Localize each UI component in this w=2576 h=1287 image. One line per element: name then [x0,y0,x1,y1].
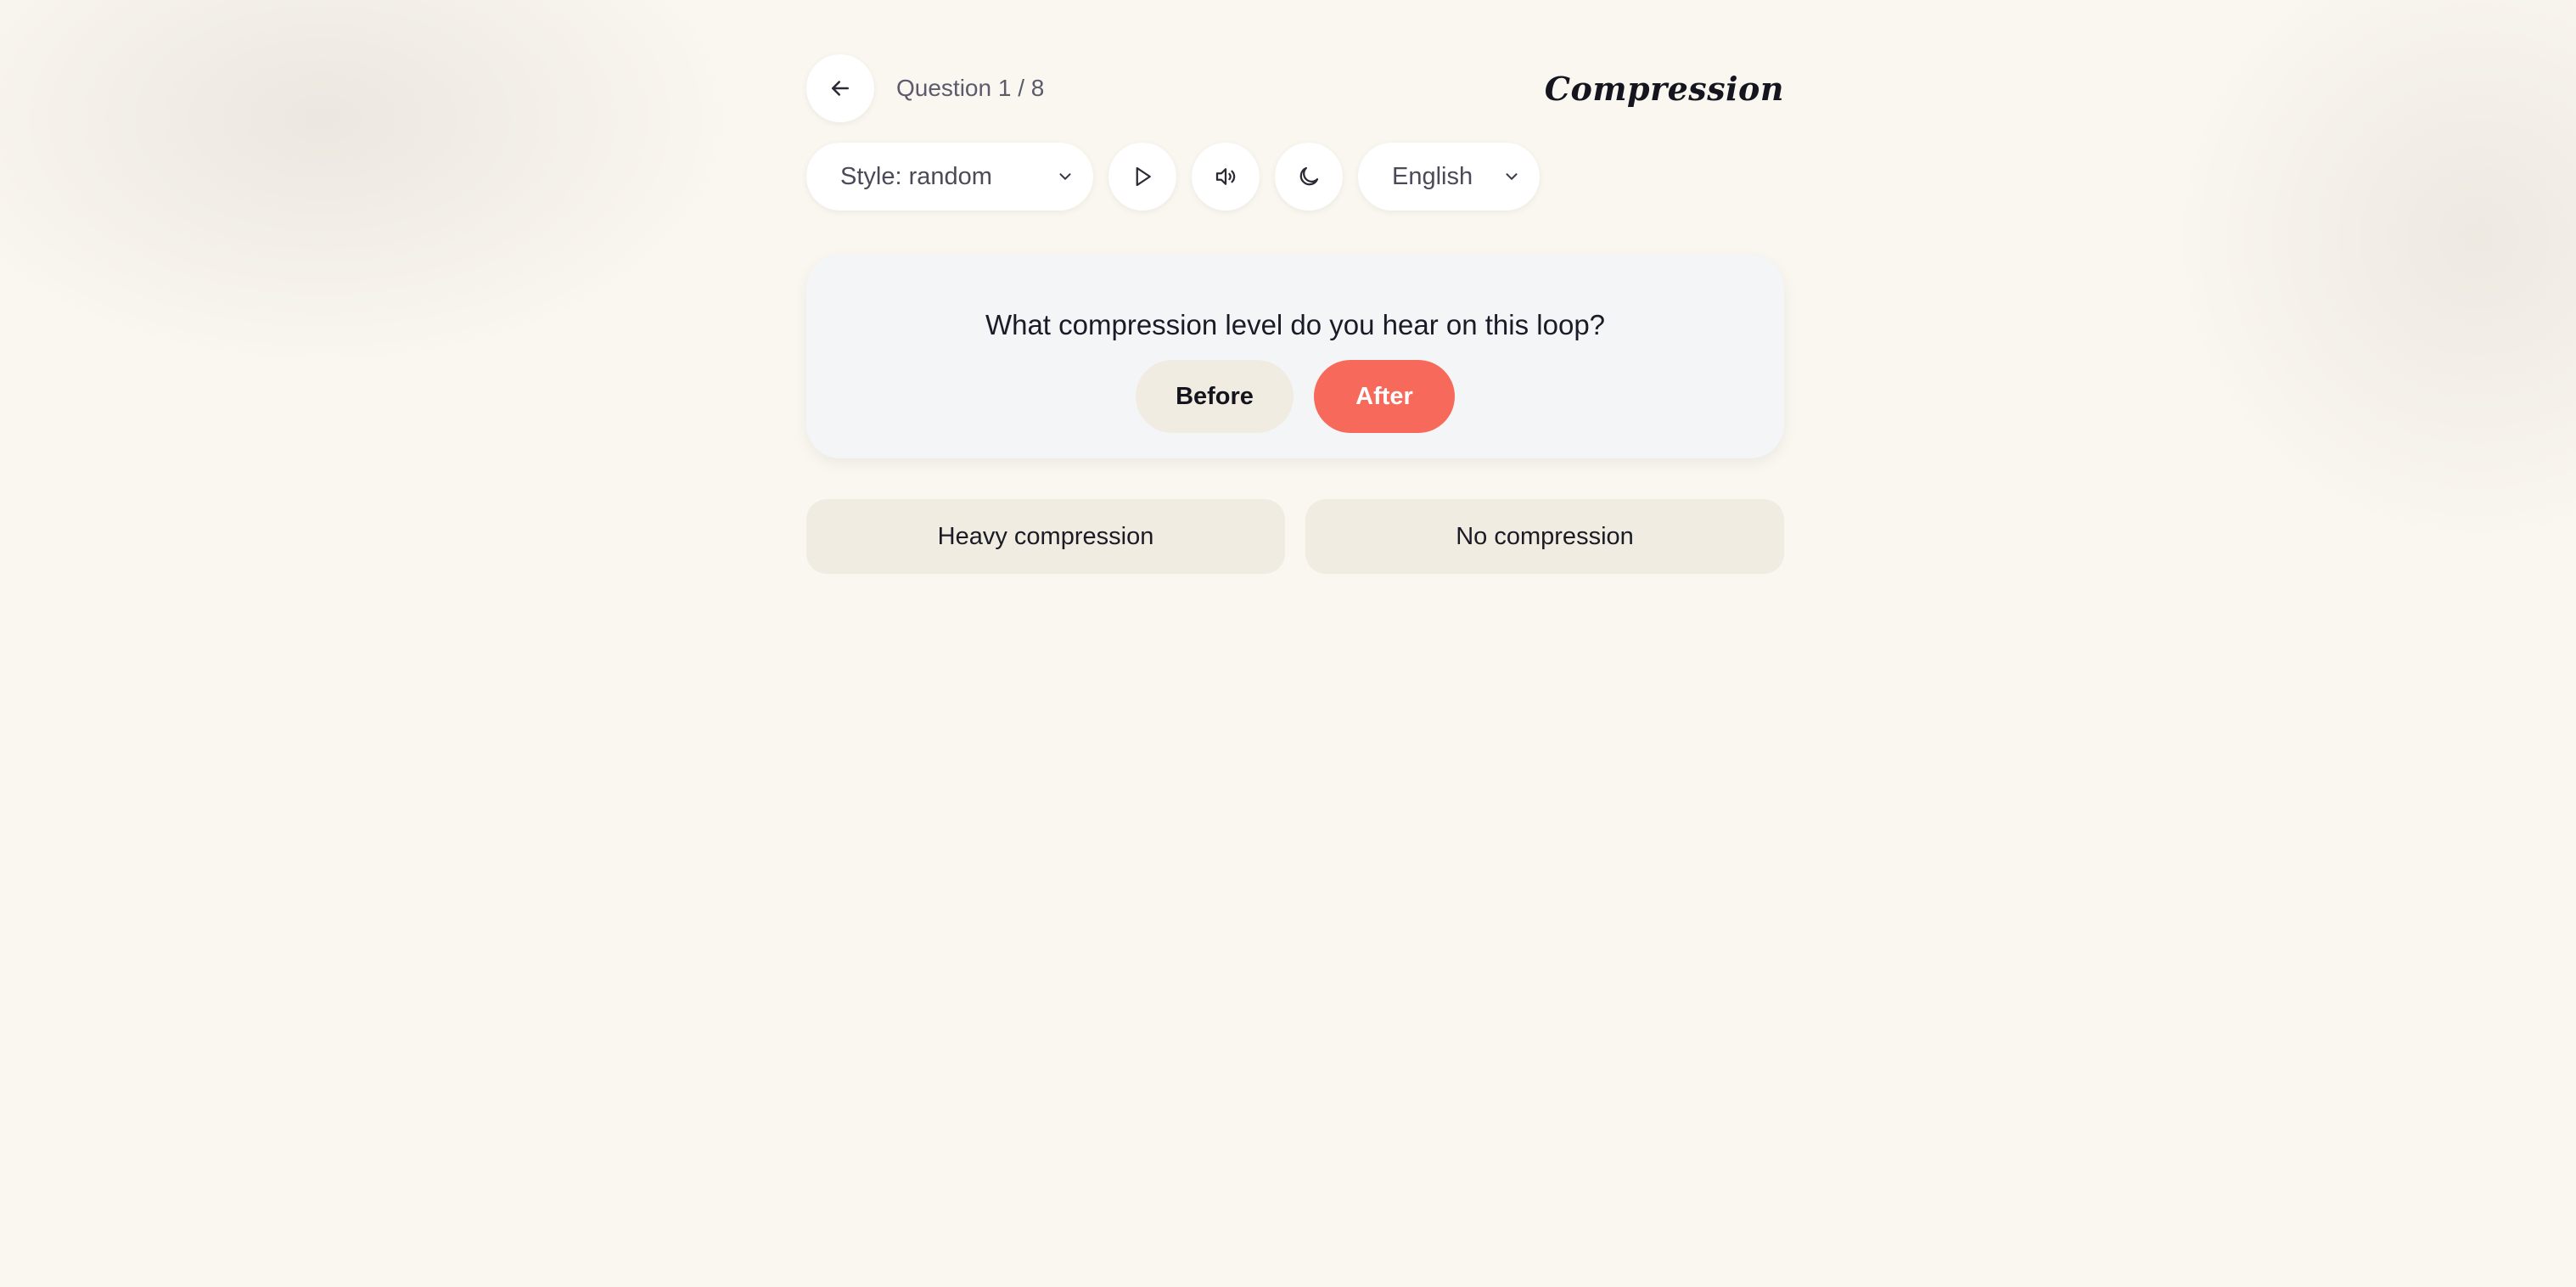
quiz-container: Question 1 / 8 Compression Style: random [806,54,1784,574]
answer-options: Heavy compression No compression [806,499,1784,574]
header: Question 1 / 8 Compression [806,54,1784,122]
volume-button[interactable] [1192,143,1260,211]
volume-icon [1215,168,1236,185]
style-select[interactable]: Style: random [806,143,1093,211]
toolbar: Style: random English [806,143,1784,211]
play-button[interactable] [1108,143,1176,211]
page-title: Compression [1544,69,1784,108]
answer-option-no-compression[interactable]: No compression [1305,499,1784,574]
question-text: What compression level do you hear on th… [985,309,1606,340]
language-select-value: English [1392,162,1473,190]
after-button[interactable]: After [1314,360,1455,433]
before-button[interactable]: Before [1136,360,1294,433]
arrow-left-icon [832,81,849,96]
before-after-toggle: Before After [1136,360,1455,433]
answer-option-heavy-compression[interactable]: Heavy compression [806,499,1285,574]
style-select-value: Style: random [840,162,992,190]
back-button[interactable] [806,54,874,122]
play-icon [1136,166,1151,187]
question-card: What compression level do you hear on th… [806,255,1784,458]
chevron-down-icon [1506,173,1518,180]
header-left: Question 1 / 8 [806,54,1044,122]
language-select[interactable]: English [1358,143,1540,211]
question-counter: Question 1 / 8 [896,75,1045,101]
chevron-down-icon [1059,173,1071,180]
dark-mode-toggle[interactable] [1275,143,1343,211]
moon-icon [1299,166,1319,186]
